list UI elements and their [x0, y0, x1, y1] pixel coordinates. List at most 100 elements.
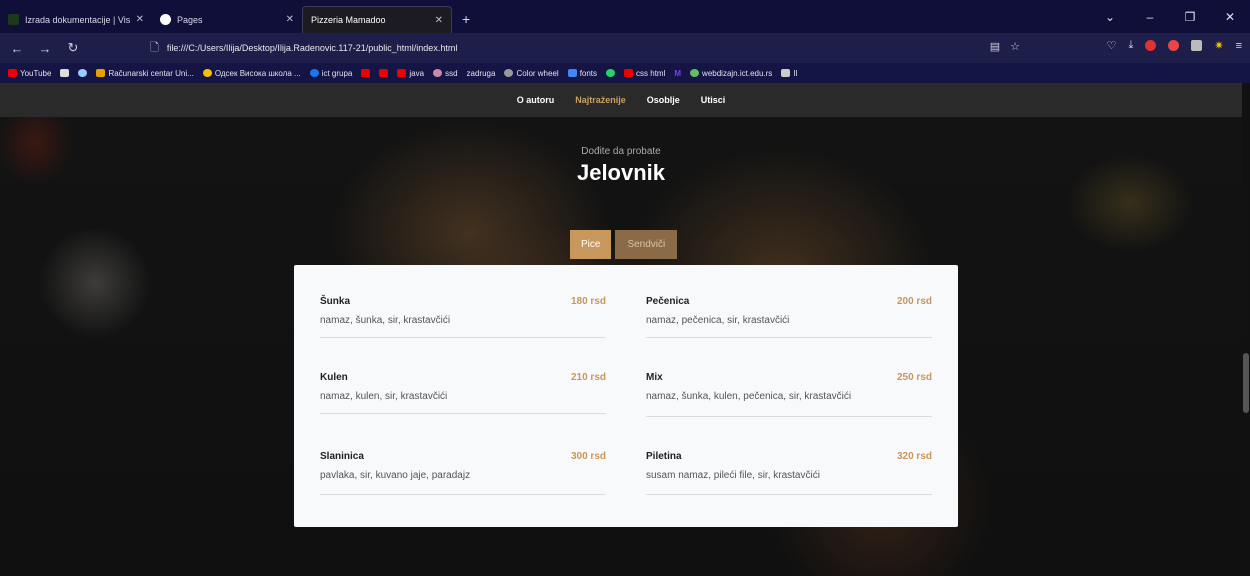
bookmark-youtube-3[interactable] [379, 69, 389, 77]
bookmark-icon-only[interactable] [60, 69, 70, 77]
bookmark-whatsapp[interactable] [606, 69, 616, 77]
download-icon[interactable]: ⤓ [1128, 39, 1133, 52]
section-title: Jelovnik [576, 160, 666, 185]
item-price: 250 rsd [896, 372, 932, 383]
webdizajn-icon [690, 69, 700, 77]
minimize-icon[interactable]: – [1130, 10, 1170, 24]
youtube-icon [397, 69, 407, 77]
item-description: pavlaka, sir, kuvano jaje, paradajz [320, 470, 471, 481]
item-name: Kulen [320, 372, 348, 383]
back-icon[interactable]: ← [6, 41, 28, 56]
bookmark-icon-only[interactable] [78, 69, 88, 77]
extension-icon[interactable] [1191, 40, 1203, 51]
dark-reader-icon[interactable]: ✷ [1214, 39, 1223, 52]
item-name: Mix [646, 372, 663, 383]
item-price: 320 rsd [896, 451, 932, 462]
nav-o-autoru[interactable]: O autoru [517, 95, 555, 105]
menu-item: Piletina 320 rsd susam namaz, pileći fil… [646, 451, 932, 495]
bookmark-star-icon[interactable]: ☆ [1010, 40, 1020, 53]
bookmark-ict-grupa[interactable]: ict grupa [309, 69, 352, 78]
nav-utisci[interactable]: Utisci [701, 95, 726, 105]
url-bar[interactable]: 🗋 file:///C:/Users/Ilija/Desktop/Ilija.R… [150, 37, 1020, 59]
facebook-icon [309, 69, 319, 77]
menu-item: Kulen 210 rsd namaz, kulen, sir, krastav… [320, 372, 606, 414]
item-price: 200 rsd [896, 296, 932, 307]
bookmark-youtube[interactable]: YouTube [8, 69, 51, 78]
tab-izrada-dokumentacije[interactable]: Izrada dokumentacije | Visoka š ✕ [0, 6, 152, 33]
bookmark-icon [78, 69, 88, 77]
youtube-icon [8, 69, 17, 77]
filter-pice-button[interactable]: Pice [570, 230, 612, 259]
tab-title: Pages [177, 14, 203, 25]
close-icon[interactable]: ✕ [136, 14, 144, 25]
bookmark-css-html[interactable]: css html [624, 69, 665, 78]
item-price: 180 rsd [570, 296, 606, 307]
scrollbar-thumb[interactable] [1243, 353, 1249, 413]
page-viewport: O autoru Najtraženije Osoblje Utisci Dođ… [0, 83, 1242, 576]
extensions: ♡ ⤓ ✷ ≡ [1107, 39, 1242, 52]
folder-icon [781, 69, 791, 77]
filter-sendvici-button[interactable]: Sendviči [615, 230, 678, 259]
site-navigation: O autoru Najtraženije Osoblje Utisci [0, 83, 1242, 117]
tab-pages[interactable]: Pages ✕ [152, 6, 302, 33]
browser-toolbar: ← → ↻ 🗋 file:///C:/Users/Ilija/Desktop/I… [0, 33, 1250, 63]
menu-item: Mix 250 rsd namaz, šunka, kulen, pečenic… [646, 372, 932, 417]
item-price: 300 rsd [570, 451, 606, 462]
bookmark-odsek[interactable]: Одсек Висока школа ... [202, 69, 301, 78]
bookmark-youtube-2[interactable] [361, 69, 371, 77]
list-all-tabs-icon[interactable]: ⌄ [1090, 10, 1130, 24]
menu-icon[interactable]: ≡ [1236, 40, 1242, 52]
bookmark-racunarski-centar[interactable]: Računarski centar Uni... [96, 69, 194, 78]
menu-item: Pečenica 200 rsd namaz, pečenica, sir, k… [646, 296, 932, 338]
visoka-skola-icon [8, 14, 19, 25]
page-scrollbar[interactable] [1242, 83, 1250, 576]
youtube-icon [361, 69, 371, 77]
nav-najtrazenije[interactable]: Najtraženije [575, 95, 626, 105]
bookmark-color-wheel[interactable]: Color wheel [504, 69, 559, 78]
odsek-icon [202, 69, 212, 77]
close-icon[interactable]: ✕ [435, 15, 443, 26]
bookmark-zadruga[interactable]: zadruga [467, 69, 496, 78]
item-description: namaz, šunka, kulen, pečenica, sir, kras… [646, 391, 852, 402]
close-window-icon[interactable]: ✕ [1210, 10, 1250, 24]
rcub-icon [96, 69, 106, 77]
item-description: namaz, pečenica, sir, krastavčići [646, 315, 790, 326]
tab-title: Izrada dokumentacije | Visoka š [25, 14, 130, 25]
forward-icon[interactable]: → [34, 41, 56, 56]
reload-icon[interactable]: ↻ [62, 40, 84, 56]
bookmark-icon [60, 69, 70, 77]
extension-icon[interactable] [1168, 40, 1180, 51]
item-name: Piletina [646, 451, 682, 462]
whatsapp-icon [606, 69, 616, 77]
bookmark-fonts[interactable]: fonts [567, 69, 597, 78]
bookmark-java[interactable]: java [397, 69, 424, 78]
window-controls: ⌄ – ❐ ✕ [1090, 0, 1250, 33]
tab-bar: Izrada dokumentacije | Visoka š ✕ Pages … [0, 0, 1250, 33]
item-description: namaz, šunka, sir, krastavčići [320, 315, 451, 326]
item-price: 210 rsd [570, 372, 606, 383]
menu-item: Šunka 180 rsd namaz, šunka, sir, krastav… [320, 296, 606, 338]
heart-icon [433, 69, 443, 77]
color-wheel-icon [504, 69, 514, 77]
tab-title: Pizzeria Mamadoo [311, 15, 386, 25]
page-icon: 🗋 [150, 41, 159, 54]
menu-filters: Pice Sendviči [570, 230, 678, 259]
item-name: Šunka [320, 296, 351, 307]
adblock-icon[interactable] [1145, 40, 1157, 51]
bookmark-m[interactable]: M [674, 69, 681, 78]
bookmarks-bar: YouTube Računarski centar Uni... Одсек В… [0, 63, 1250, 83]
new-tab-button[interactable]: + [462, 11, 470, 27]
maximize-icon[interactable]: ❐ [1170, 10, 1210, 24]
pocket-icon[interactable]: ♡ [1107, 39, 1117, 52]
bookmark-folder[interactable]: II [781, 69, 798, 78]
section-subtitle: Dođite da probate [581, 146, 661, 157]
url-actions: ▤ ☆ [990, 40, 1020, 53]
close-icon[interactable]: ✕ [286, 14, 294, 25]
bookmark-webdizajn[interactable]: webdizajn.ict.edu.rs [690, 69, 772, 78]
menu-heading: Dođite da probate Jelovnik [0, 146, 1242, 186]
youtube-icon [379, 69, 389, 77]
tab-pizzeria-mamadoo[interactable]: Pizzeria Mamadoo ✕ [302, 6, 452, 33]
reader-view-icon[interactable]: ▤ [990, 40, 1000, 53]
nav-osoblje[interactable]: Osoblje [647, 95, 680, 105]
bookmark-ssd[interactable]: ssd [433, 69, 458, 78]
